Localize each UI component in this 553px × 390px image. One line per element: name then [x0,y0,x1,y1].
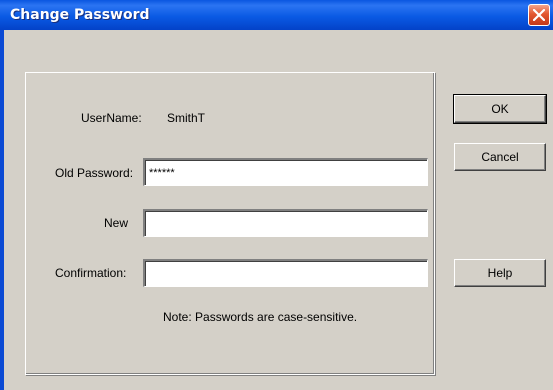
window-title: Change Password [10,7,150,23]
username-label: UserName: [81,111,142,125]
confirmation-label: Confirmation: [55,266,127,280]
title-bar[interactable]: Change Password [0,0,553,31]
ok-button[interactable]: OK [453,94,547,124]
old-password-label: Old Password: [55,166,134,180]
close-icon [533,9,545,21]
new-password-label: New [104,216,129,230]
window-border [0,30,4,390]
case-sensitive-note: Note: Passwords are case-sensitive. [163,310,358,324]
new-password-field[interactable] [143,209,428,237]
username-value: SmithT [167,111,206,125]
old-password-field[interactable] [143,158,428,186]
close-button[interactable] [528,4,550,26]
confirmation-field[interactable] [143,259,428,287]
cancel-button[interactable]: Cancel [454,143,546,171]
help-button[interactable]: Help [454,259,546,287]
